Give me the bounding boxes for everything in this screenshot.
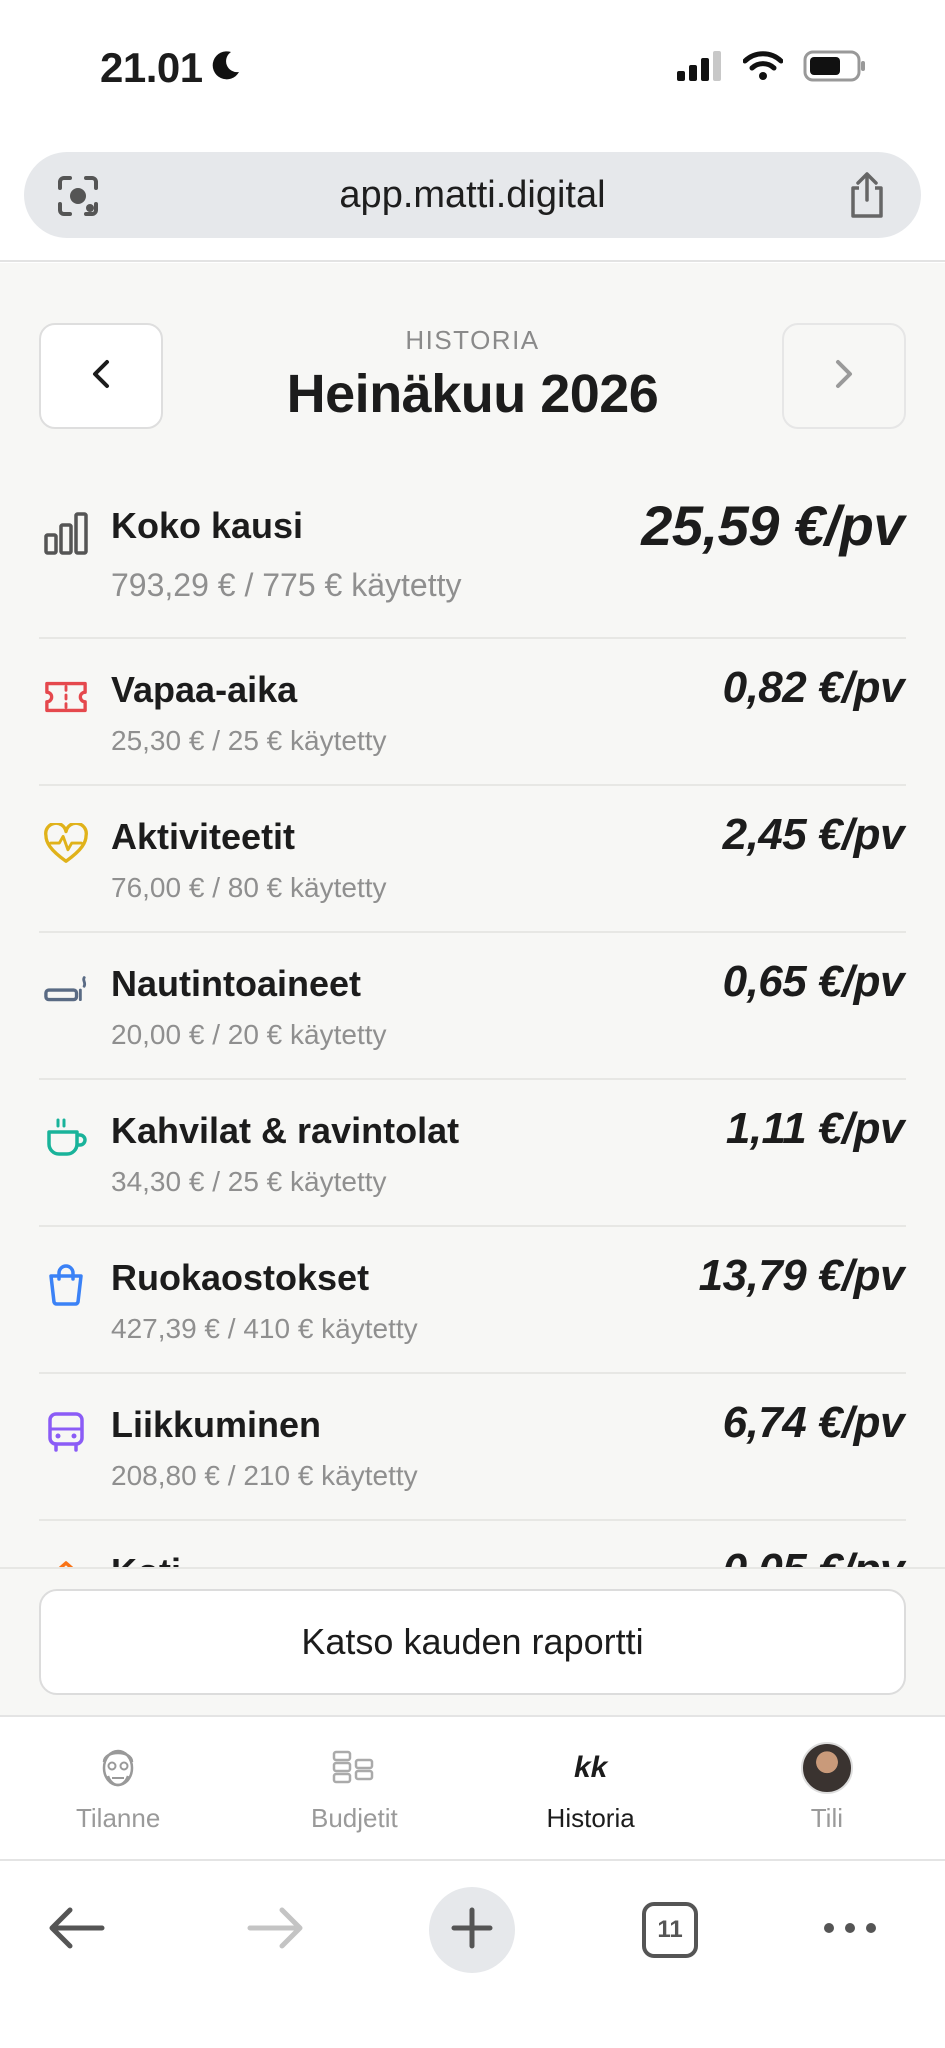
shopping-bag-icon <box>44 1263 88 1307</box>
url-bar[interactable]: app.matti.digital <box>24 152 921 238</box>
category-row[interactable]: Nautintoaineet 20,00 € / 20 € käytetty 0… <box>39 933 906 1080</box>
more-button[interactable] <box>820 1887 880 1973</box>
status-icons <box>677 50 867 87</box>
time-text: 21.01 <box>100 44 203 91</box>
category-spent: 76,00 € / 80 € käytetty <box>111 872 387 903</box>
category-row[interactable]: Koti 0,05 €/pv <box>39 1521 906 1567</box>
category-daily-rate: 6,74 €/pv <box>722 1398 905 1447</box>
browser-url-area: app.matti.digital <box>0 140 945 262</box>
kk-icon: kk <box>564 1741 618 1795</box>
heart-pulse-icon <box>44 822 88 866</box>
category-name: Ruokaostokset <box>111 1257 370 1298</box>
category-name: Koti <box>111 1551 181 1567</box>
wifi-icon <box>742 51 784 86</box>
app-tab-bar: Tilanne Budjetit kk Historia Tili <box>0 1715 945 1861</box>
tab-tili[interactable]: Tili <box>709 1717 945 1859</box>
category-spent: 793,29 € / 775 € käytetty <box>111 567 462 603</box>
category-name: Aktiviteetit <box>111 816 296 857</box>
category-daily-rate: 0,82 €/pv <box>722 663 905 712</box>
category-name: Liikkuminen <box>111 1404 322 1445</box>
category-row[interactable]: Vapaa-aika 25,30 € / 25 € käytetty 0,82 … <box>39 639 906 786</box>
tabs-button[interactable]: 11 <box>640 1887 700 1973</box>
share-icon[interactable] <box>843 170 891 225</box>
report-area: Katso kauden raportti <box>0 1567 945 1715</box>
status-time: 21.01 <box>100 44 243 92</box>
back-button[interactable] <box>40 1887 112 1973</box>
view-report-button[interactable]: Katso kauden raportti <box>39 1589 906 1695</box>
category-name: Vapaa-aika <box>111 669 298 710</box>
category-row[interactable]: Kahvilat & ravintolat 34,30 € / 25 € käy… <box>39 1080 906 1227</box>
user-avatar-image <box>800 1742 853 1794</box>
category-daily-rate: 1,11 €/pv <box>725 1104 905 1153</box>
new-tab-button[interactable] <box>429 1887 515 1973</box>
tab-label: Tilanne <box>75 1803 161 1833</box>
tab-label: Budjetit <box>311 1803 398 1833</box>
category-row-total[interactable]: Koko kausi 793,29 € / 775 € käytetty 25,… <box>39 475 906 639</box>
main-content: HISTORIA Heinäkuu 2026 Koko kausi 793,29… <box>0 263 945 1567</box>
category-daily-rate: 13,79 €/pv <box>698 1251 905 1300</box>
kk-glyph: kk <box>573 1751 608 1784</box>
status-bar: 21.01 <box>0 0 945 140</box>
next-month-button[interactable] <box>782 323 906 429</box>
coffee-icon <box>44 1116 88 1160</box>
plus-icon <box>450 1906 494 1955</box>
cigarette-icon <box>44 969 88 1013</box>
face-icon <box>91 1741 145 1795</box>
bar-chart-icon <box>44 511 88 555</box>
tab-count-badge: 11 <box>642 1902 698 1958</box>
tab-label: Historia <box>546 1803 635 1833</box>
avatar <box>800 1741 854 1795</box>
battery-icon <box>803 50 867 87</box>
arrow-right-icon <box>246 1906 306 1955</box>
tab-label: Tili <box>810 1803 843 1833</box>
category-list: Koko kausi 793,29 € / 775 € käytetty 25,… <box>39 475 906 1567</box>
category-spent: 34,30 € / 25 € käytetty <box>111 1166 387 1197</box>
category-row[interactable]: Aktiviteetit 76,00 € / 80 € käytetty 2,4… <box>39 786 906 933</box>
tab-historia[interactable]: kk Historia <box>473 1717 709 1859</box>
category-name: Nautintoaineet <box>111 963 362 1004</box>
ticket-icon <box>44 675 88 719</box>
home-icon <box>44 1557 88 1567</box>
arrow-left-icon <box>46 1906 106 1955</box>
stacks-icon <box>327 1741 381 1795</box>
category-name: Koko kausi <box>111 505 304 546</box>
url-text[interactable]: app.matti.digital <box>24 174 921 217</box>
category-row[interactable]: Ruokaostokset 427,39 € / 410 € käytetty … <box>39 1227 906 1374</box>
category-row[interactable]: Liikkuminen 208,80 € / 210 € käytetty 6,… <box>39 1374 906 1521</box>
tab-tilanne[interactable]: Tilanne <box>0 1717 236 1859</box>
category-name: Kahvilat & ravintolat <box>111 1110 460 1151</box>
chevron-right-icon <box>832 356 856 397</box>
category-daily-rate: 0,65 €/pv <box>722 957 905 1006</box>
moon-icon <box>209 44 243 92</box>
category-spent: 208,80 € / 210 € käytetty <box>111 1460 418 1491</box>
signal-icon <box>677 51 723 86</box>
more-dots-icon <box>822 1921 878 1940</box>
tab-budjetit[interactable]: Budjetit <box>236 1717 472 1859</box>
category-daily-rate: 2,45 €/pv <box>722 810 905 859</box>
category-spent: 25,30 € / 25 € käytetty <box>111 725 387 756</box>
category-daily-rate: 25,59 €/pv <box>641 494 904 557</box>
browser-toolbar: 11 <box>0 1861 945 2048</box>
category-daily-rate: 0,05 €/pv <box>723 1545 905 1567</box>
bus-icon <box>44 1410 88 1454</box>
forward-button[interactable] <box>240 1887 312 1973</box>
category-spent: 20,00 € / 20 € käytetty <box>111 1019 387 1050</box>
category-spent: 427,39 € / 410 € käytetty <box>111 1313 418 1344</box>
